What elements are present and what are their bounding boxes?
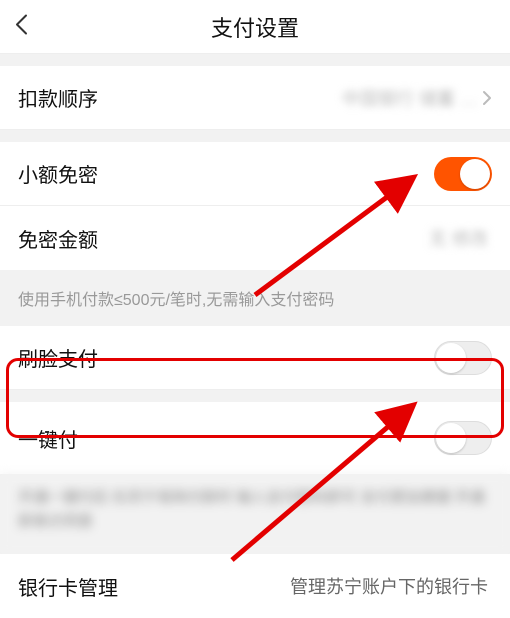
row-face-pay[interactable]: 刷脸支付 xyxy=(0,326,510,390)
row-value: 管理苏宁账户下的银行卡 xyxy=(290,573,488,599)
one-key-hint: 开通一键付后 在苏宁易购付款时 输入支付密码即可 支付更加便捷 开通即表示同意 xyxy=(0,474,510,554)
section-gap xyxy=(0,54,510,66)
section-gap xyxy=(0,130,510,142)
toggle-small-password-free[interactable] xyxy=(434,157,492,191)
row-one-key-pay[interactable]: 一键付 xyxy=(0,402,510,474)
toggle-one-key-pay[interactable] xyxy=(434,421,492,455)
row-label: 小额免密 xyxy=(18,159,434,188)
toggle-knob xyxy=(460,159,490,189)
row-deduction-order[interactable]: 扣款顺序 中国银行 储蓄 … xyxy=(0,66,510,130)
chevron-left-icon xyxy=(14,13,28,35)
row-free-amount[interactable]: 免密金额 无 修改 xyxy=(0,206,510,270)
row-label: 刷脸支付 xyxy=(18,343,434,372)
row-value: 中国银行 储蓄 … xyxy=(342,85,478,111)
row-label: 免密金额 xyxy=(18,224,429,253)
page-title: 支付设置 xyxy=(0,11,510,43)
toggle-knob xyxy=(436,343,466,373)
row-small-password-free[interactable]: 小额免密 xyxy=(0,142,510,206)
row-bank-card-manage[interactable]: 银行卡管理 管理苏宁账户下的银行卡 xyxy=(0,554,510,618)
toggle-knob xyxy=(436,423,466,453)
back-button[interactable] xyxy=(14,13,28,40)
row-label: 一键付 xyxy=(18,424,434,453)
section-gap xyxy=(0,390,510,402)
row-label: 扣款顺序 xyxy=(18,83,342,112)
row-value: 无 修改 xyxy=(429,225,488,251)
toggle-face-pay[interactable] xyxy=(434,341,492,375)
header: 支付设置 xyxy=(0,0,510,54)
row-label: 银行卡管理 xyxy=(18,572,290,601)
hint-text: 使用手机付款≤500元/笔时,无需输入支付密码 xyxy=(0,270,510,326)
chevron-right-icon xyxy=(482,90,492,106)
